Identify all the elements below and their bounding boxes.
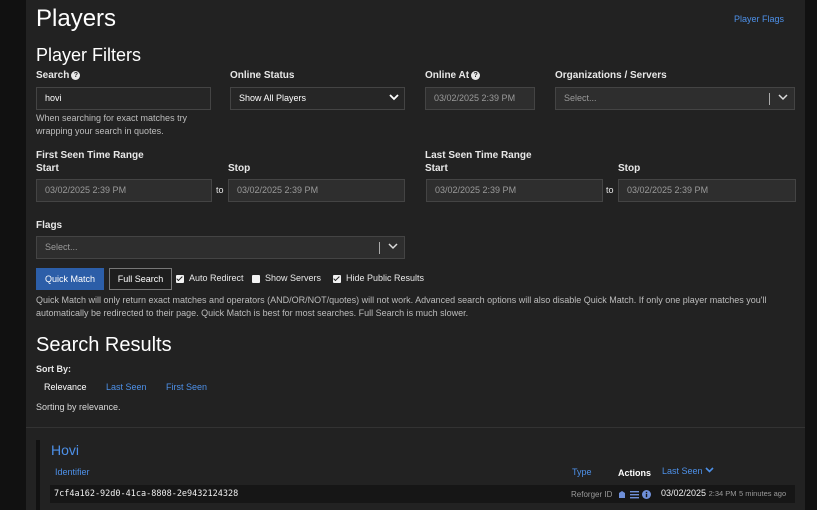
last-seen-date: 03/02/2025: [661, 488, 707, 498]
full-search-button[interactable]: Full Search: [109, 268, 172, 290]
search-help-text: When searching for exact matches try wra…: [36, 113, 188, 136]
col-identifier[interactable]: Identifier: [55, 467, 90, 477]
player-name-link[interactable]: Hovi: [51, 442, 79, 458]
show-servers-checkbox[interactable]: [252, 275, 260, 283]
help-icon[interactable]: ?: [471, 71, 481, 80]
col-type[interactable]: Type: [572, 467, 592, 477]
col-last-seen-text: Last Seen: [662, 466, 703, 476]
last-seen-ago: 5 minutes ago: [739, 489, 787, 498]
col-actions: Actions: [618, 468, 652, 478]
quick-match-note: Quick Match will only return exact match…: [36, 295, 767, 318]
online-at-label: Online At?: [425, 70, 481, 81]
sort-last-seen[interactable]: Last Seen: [106, 382, 147, 392]
auto-redirect-checkbox[interactable]: [176, 275, 184, 283]
first-seen-label: First Seen Time Range: [36, 150, 144, 161]
hide-public-label: Hide Public Results: [346, 273, 425, 283]
filters-title: Player Filters: [36, 45, 142, 65]
search-input[interactable]: hovi: [36, 87, 211, 110]
search-label: Search?: [36, 70, 81, 81]
sorting-note: Sorting by relevance.: [36, 402, 121, 412]
last-seen-start-label: Start: [425, 163, 448, 174]
online-status-select[interactable]: Show All Players: [230, 87, 405, 110]
orgs-label: Organizations / Servers: [555, 70, 667, 81]
online-status-value: Show All Players: [239, 93, 307, 103]
last-seen-to: to: [606, 185, 614, 195]
auto-redirect-label: Auto Redirect: [189, 273, 244, 283]
first-seen-to: to: [216, 185, 224, 195]
info-icon[interactable]: [642, 490, 651, 499]
results-title: Search Results: [36, 334, 172, 356]
online-at-label-text: Online At: [425, 70, 470, 81]
divider: [26, 427, 805, 428]
main-panel: Players Player Flags Player Filters Sear…: [26, 0, 805, 510]
sort-label: Sort By:: [36, 364, 72, 374]
chevron-down-icon: [705, 467, 714, 473]
chevron-down-icon: [389, 94, 399, 101]
hide-public-checkbox[interactable]: [333, 275, 341, 283]
list-icon[interactable]: [630, 490, 639, 499]
help-icon[interactable]: ?: [71, 71, 81, 80]
orgs-placeholder: Select...: [564, 93, 597, 103]
player-flags-link[interactable]: Player Flags: [734, 14, 784, 24]
first-seen-stop-label: Stop: [228, 163, 251, 174]
quick-match-button[interactable]: Quick Match: [36, 268, 104, 290]
first-seen-start-input[interactable]: 03/02/2025 2:39 PM: [36, 179, 212, 202]
player-identifier: 7cf4a162-92d0-41ca-8808-2e9432124328: [54, 489, 239, 499]
first-seen-stop-input[interactable]: 03/02/2025 2:39 PM: [228, 179, 405, 202]
first-seen-start-label: Start: [36, 163, 59, 174]
chevron-down-icon: [388, 243, 398, 250]
col-last-seen[interactable]: Last Seen: [662, 466, 714, 476]
online-at-input[interactable]: 03/02/2025 2:39 PM: [425, 87, 535, 110]
flags-select[interactable]: Select...: [36, 236, 405, 259]
identifier-type: Reforger ID: [571, 490, 613, 499]
online-status-label: Online Status: [230, 70, 295, 81]
select-separator: [379, 242, 380, 254]
orgs-select[interactable]: Select...: [555, 87, 795, 110]
search-label-text: Search: [36, 70, 70, 81]
flags-placeholder: Select...: [45, 242, 78, 252]
steam-icon[interactable]: [618, 490, 626, 499]
show-servers-label: Show Servers: [265, 273, 322, 283]
result-card-accent: [36, 440, 40, 510]
last-seen-label: Last Seen Time Range: [425, 150, 532, 161]
table-row: 7cf4a162-92d0-41ca-8808-2e9432124328 Ref…: [50, 485, 795, 503]
sort-first-seen[interactable]: First Seen: [166, 382, 207, 392]
last-seen-value: 03/02/2025 2:34 PM 5 minutes ago: [661, 488, 786, 498]
select-separator: [769, 93, 770, 105]
sort-relevance[interactable]: Relevance: [44, 382, 87, 392]
flags-label: Flags: [36, 220, 63, 231]
last-seen-stop-input[interactable]: 03/02/2025 2:39 PM: [618, 179, 796, 202]
last-seen-stop-label: Stop: [618, 163, 641, 174]
chevron-down-icon: [778, 94, 788, 101]
last-seen-start-input[interactable]: 03/02/2025 2:39 PM: [426, 179, 603, 202]
page-title: Players: [36, 5, 117, 32]
last-seen-time: 2:34 PM: [708, 489, 737, 498]
